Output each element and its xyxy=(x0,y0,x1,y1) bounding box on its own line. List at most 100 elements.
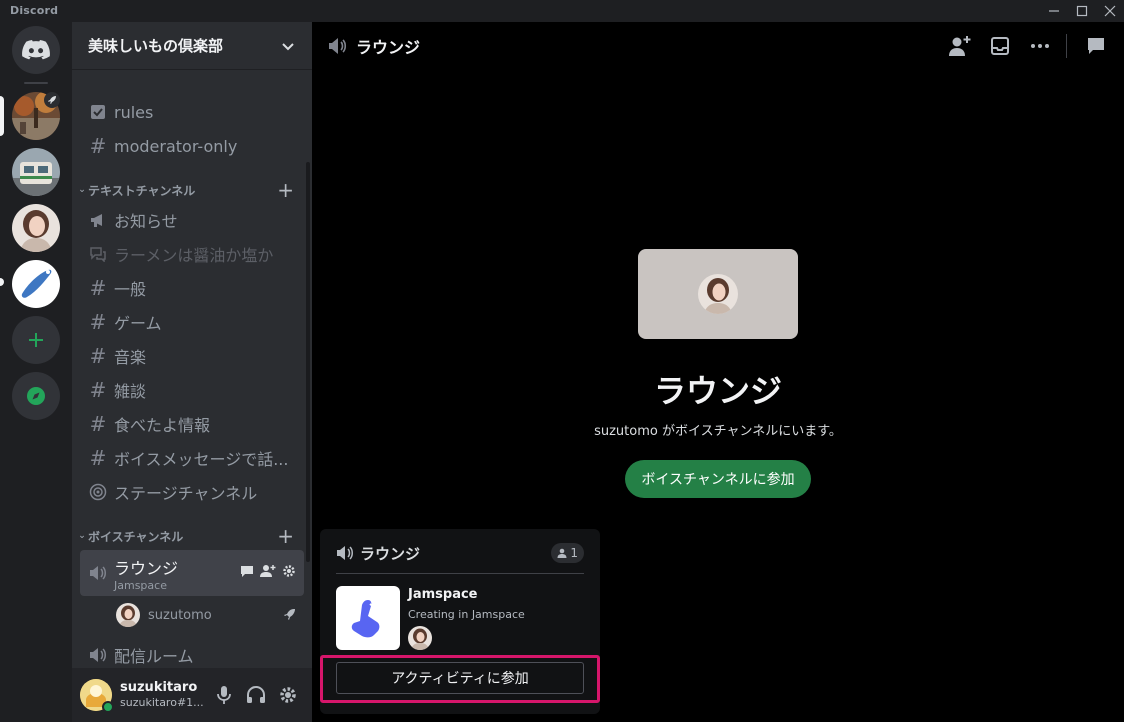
category-label: ボイスチャンネル xyxy=(88,529,184,544)
speaker-icon xyxy=(88,645,108,665)
online-status-indicator xyxy=(102,701,114,713)
channel-list: rules # moderator-only ⌄ テキストチャンネル + お知ら… xyxy=(72,70,312,668)
join-activity-button[interactable]: アクティビティに参加 xyxy=(336,662,584,694)
voice-user-name: suzutomo xyxy=(148,607,212,623)
gear-icon[interactable] xyxy=(282,564,296,578)
activity-app-name: Jamspace xyxy=(408,587,478,602)
channel-label: 音楽 xyxy=(114,348,147,367)
channel-label: moderator-only xyxy=(114,136,238,156)
join-voice-button[interactable]: ボイスチャンネルに参加 xyxy=(625,460,811,498)
add-server-button[interactable] xyxy=(12,316,60,364)
hash-icon: # xyxy=(89,310,107,334)
channel-label: 雑談 xyxy=(114,382,147,401)
speaker-icon xyxy=(337,546,353,560)
user-panel: suzukitaro suzukitaro#1... xyxy=(72,668,312,722)
close-button[interactable] xyxy=(1096,0,1124,22)
chat-icon[interactable] xyxy=(240,564,254,578)
channel-label: 配信ルーム xyxy=(114,647,194,666)
activity-app-status: Creating in Jamspace xyxy=(408,608,525,621)
participant-avatar xyxy=(698,274,738,314)
channel-announcements[interactable]: お知らせ xyxy=(80,204,304,236)
app-brand: Discord xyxy=(10,4,59,17)
channel-label: お知らせ xyxy=(114,212,178,231)
invite-icon[interactable] xyxy=(260,564,276,578)
gear-icon xyxy=(280,687,296,703)
channel-rules[interactable]: rules xyxy=(80,96,304,128)
channel-label: rules xyxy=(114,102,154,122)
compass-icon xyxy=(27,387,45,405)
inbox-icon xyxy=(991,37,1009,55)
channel-chat[interactable]: # 雑談 xyxy=(80,374,304,406)
channel-moderator-only[interactable]: # moderator-only xyxy=(80,130,304,162)
channel-music[interactable]: # 音楽 xyxy=(80,340,304,372)
inbox-button[interactable] xyxy=(988,34,1012,58)
category-voice-channels[interactable]: ⌄ ボイスチャンネル + xyxy=(76,524,308,548)
user-name: suzukitaro xyxy=(120,680,198,695)
channel-game[interactable]: # ゲーム xyxy=(80,306,304,338)
locked-hash-icon: # xyxy=(89,134,107,158)
channel-activity-label: Jamspace xyxy=(114,578,167,592)
channel-label: ラーメンは醤油か塩か xyxy=(114,246,274,265)
server-icon-portrait[interactable] xyxy=(12,204,60,252)
headphones-icon xyxy=(247,686,265,703)
minimize-button[interactable] xyxy=(1040,0,1068,22)
channel-label: ボイスメッセージで話... xyxy=(114,450,289,469)
channel-list-scrollbar[interactable] xyxy=(306,162,310,562)
maximize-button[interactable] xyxy=(1068,0,1096,22)
channel-general[interactable]: # 一般 xyxy=(80,272,304,304)
deafen-button[interactable] xyxy=(240,679,272,711)
avatar xyxy=(116,603,140,627)
category-text-channels[interactable]: ⌄ テキストチャンネル + xyxy=(76,178,308,202)
server-selected-pill xyxy=(0,96,4,136)
home-button[interactable] xyxy=(12,26,60,74)
channel-label: ステージチャンネル xyxy=(114,484,258,503)
user-avatar[interactable] xyxy=(80,679,114,713)
user-icon xyxy=(557,548,567,558)
user-tag: suzukitaro#1... xyxy=(120,696,204,709)
participant-count: 1 xyxy=(570,546,578,560)
create-channel-plus-icon[interactable]: + xyxy=(277,178,294,202)
voice-channel-lounge[interactable]: ラウンジ Jamspace xyxy=(80,550,304,596)
channel-label: ゲーム xyxy=(114,314,162,333)
server-unread-pill xyxy=(0,278,4,286)
voice-channel-title: ラウンジ xyxy=(653,372,782,410)
server-boost-badge xyxy=(44,92,60,108)
plus-icon xyxy=(29,333,43,347)
popup-title: ラウンジ xyxy=(360,544,421,563)
forum-icon xyxy=(88,244,108,264)
megaphone-icon xyxy=(88,210,108,230)
server-icon-spoon[interactable] xyxy=(12,260,60,308)
voice-channel-streaming-room[interactable]: 配信ルーム xyxy=(80,639,304,668)
rules-checkbox-icon xyxy=(88,102,108,122)
mute-button[interactable] xyxy=(208,679,240,711)
channel-title: ラウンジ xyxy=(356,38,421,57)
channel-forum-ramen[interactable]: ラーメンは醤油か塩か xyxy=(80,238,304,270)
chevron-down-icon: ⌄ xyxy=(78,185,86,195)
show-chat-button[interactable] xyxy=(1084,34,1108,58)
channel-voice-messages[interactable]: # ボイスメッセージで話... xyxy=(80,442,304,474)
microphone-icon xyxy=(217,686,231,704)
channel-food-info[interactable]: # 食べたよ情報 xyxy=(80,408,304,440)
voice-channel-status: suzutomo がボイスチャンネルにいます。 xyxy=(594,424,842,439)
channel-sidebar: 美味しいもの倶楽部 rules # moderator-only ⌄ テキストチ… xyxy=(72,22,312,722)
channel-label: 一般 xyxy=(114,280,147,299)
rail-divider xyxy=(24,82,48,84)
explore-servers-button[interactable] xyxy=(12,372,60,420)
create-channel-plus-icon[interactable]: + xyxy=(277,524,294,548)
hash-icon: # xyxy=(89,412,107,436)
guild-header[interactable]: 美味しいもの倶楽部 xyxy=(72,22,312,70)
voice-channel-view: ラウンジ ラウンジ suzutomo がボイスチャンネルにいます。 ボイスチャン… xyxy=(312,22,1124,722)
participant-tile[interactable] xyxy=(638,249,798,339)
channel-label: ラウンジ xyxy=(114,558,179,578)
chevron-down-icon xyxy=(282,42,294,50)
chat-icon xyxy=(1088,38,1104,54)
voice-user-suzutomo[interactable]: suzutomo xyxy=(116,601,304,629)
discord-logo-icon xyxy=(22,40,50,60)
channel-stage[interactable]: ステージチャンネル xyxy=(80,476,304,508)
speaker-icon xyxy=(88,563,108,583)
add-user-icon xyxy=(949,36,971,56)
more-options-button[interactable] xyxy=(1028,34,1052,58)
invite-button[interactable] xyxy=(948,34,972,58)
user-settings-button[interactable] xyxy=(272,679,304,711)
server-icon-train[interactable] xyxy=(12,148,60,196)
